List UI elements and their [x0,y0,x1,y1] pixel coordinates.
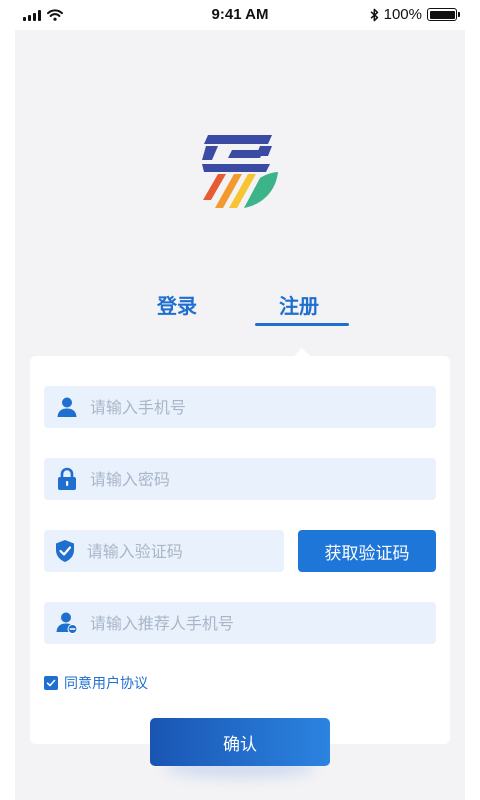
battery-icon [427,8,460,21]
referrer-input[interactable] [89,602,436,644]
status-bar: 9:41 AM 100% [15,0,465,30]
active-tab-indicator [255,323,349,326]
agree-checkbox[interactable] [44,676,58,690]
shield-check-icon [56,540,75,562]
password-input[interactable] [89,458,436,500]
app-logo [202,135,278,208]
referrer-field [44,602,436,644]
phone-field [44,386,436,428]
agree-label[interactable]: 同意用户协议 [64,673,148,693]
user-icon [57,397,77,417]
battery-percent: 100% [383,6,422,23]
code-field [44,530,284,572]
checkmark-icon [46,679,56,687]
user-referral-icon [56,612,78,634]
agreement-row[interactable]: 同意用户协议 [44,673,148,693]
get-code-button[interactable]: 获取验证码 [298,530,436,572]
confirm-button[interactable]: 确认 [150,718,330,766]
lock-icon [57,467,76,490]
register-screen: 9:41 AM 100% 登录 注册 请输入手机号 请输入验证码 获取验证码 请… [15,0,465,800]
tab-register[interactable]: 注册 [279,290,319,319]
code-input[interactable] [86,530,284,572]
battery-level [429,10,455,19]
status-right: 100% [370,6,460,23]
tab-login[interactable]: 登录 [157,290,197,319]
password-field [44,458,436,500]
bluetooth-icon [370,8,378,21]
phone-input[interactable] [89,386,436,428]
